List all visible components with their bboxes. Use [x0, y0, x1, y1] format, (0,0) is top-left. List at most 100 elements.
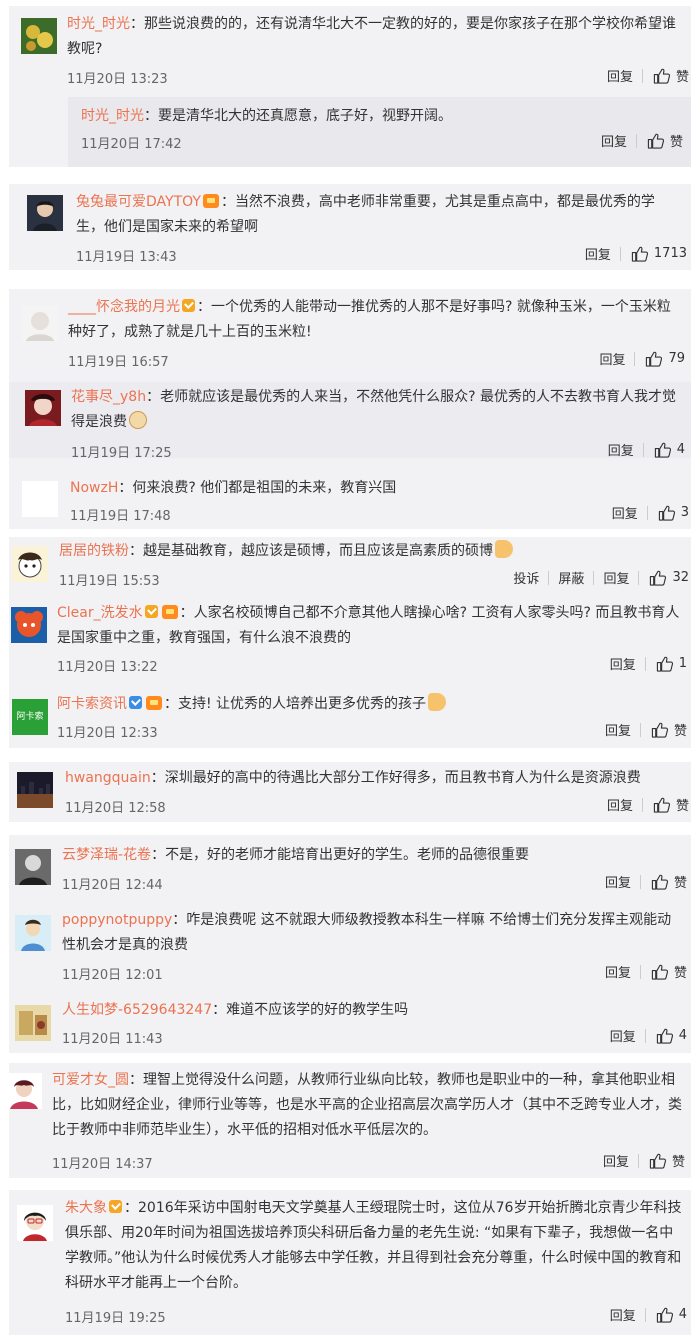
avatar[interactable]: [17, 1205, 53, 1241]
thumbs-up-icon: [651, 964, 668, 980]
like-button[interactable]: 4: [646, 1027, 687, 1044]
timestamp: 11月20日 12:58: [65, 801, 166, 816]
like-button[interactable]: 4: [646, 1306, 687, 1323]
like-button[interactable]: 赞: [643, 795, 689, 814]
reply-button[interactable]: 回复: [596, 962, 640, 981]
comment-text: 居居的铁粉：越是基础教育，越应该是硕博，而且应该是高素质的硕博: [59, 539, 679, 564]
comment-card: 居居的铁粉：越是基础教育，越应该是硕博，而且应该是高素质的硕博 11月19日 1…: [9, 537, 691, 748]
avatar[interactable]: [27, 195, 63, 231]
avatar[interactable]: [15, 1005, 51, 1041]
like-button[interactable]: 3: [648, 504, 689, 521]
comment-text: NowzH：何来浪费? 他们都是祖国的未来，教育兴国: [70, 480, 397, 496]
username[interactable]: 云梦泽瑞-花卷: [62, 847, 151, 863]
thumbs-up-emoji-icon: [428, 693, 447, 711]
reply-button[interactable]: 回复: [599, 440, 643, 459]
reply-button[interactable]: 回复: [596, 720, 640, 739]
avatar[interactable]: [22, 481, 58, 517]
username[interactable]: poppynotpuppy: [62, 912, 172, 928]
reply-button[interactable]: 回复: [598, 66, 642, 85]
thumbs-up-icon: [656, 1028, 673, 1044]
reply-button[interactable]: 回复: [601, 1305, 645, 1324]
report-button[interactable]: 投诉: [504, 568, 548, 587]
comment-text: 云梦泽瑞-花卷：不是，好的老师才能培育出更好的学生。老师的品德很重要: [62, 847, 530, 863]
avatar[interactable]: [15, 849, 51, 885]
thumbs-up-icon: [653, 797, 670, 813]
comment-text: 可爱才女_圆：理智上觉得没什么问题，从教师行业纵向比较，教师也是职业中的一种，拿…: [52, 1072, 682, 1138]
thumbs-up-icon: [651, 874, 668, 890]
like-button[interactable]: 4: [644, 441, 685, 458]
username[interactable]: Clear_洗发水: [57, 605, 143, 621]
username[interactable]: 人生如梦-6529643247: [62, 1002, 212, 1018]
reply-button[interactable]: 回复: [596, 872, 640, 891]
reply-button[interactable]: 回复: [601, 654, 645, 673]
reply-button[interactable]: 回复: [594, 1151, 638, 1170]
username[interactable]: 兔兔最可爱DAYTOY: [76, 194, 201, 210]
reply-button[interactable]: 回复: [592, 131, 636, 150]
username[interactable]: NowzH: [70, 480, 118, 496]
reply-button[interactable]: 回复: [590, 349, 634, 368]
like-button[interactable]: 1: [646, 655, 687, 672]
like-button[interactable]: 1713: [621, 245, 687, 262]
username[interactable]: 朱大象: [65, 1200, 107, 1216]
like-button[interactable]: 赞: [643, 66, 689, 85]
like-count: 赞: [673, 966, 687, 981]
comment-body: 何来浪费? 他们都是祖国的未来，教育兴国: [132, 480, 397, 496]
block-button[interactable]: 屏蔽: [549, 568, 593, 587]
like-button[interactable]: 赞: [641, 962, 687, 981]
like-button[interactable]: 赞: [639, 1151, 685, 1170]
comment-actions: 回复 3: [603, 503, 689, 522]
avatar[interactable]: [15, 915, 51, 951]
username[interactable]: ____怀念我的月光: [68, 299, 180, 315]
avatar[interactable]: [12, 546, 48, 582]
reply-button[interactable]: 回复: [598, 795, 642, 814]
username[interactable]: 时光_时光: [67, 16, 130, 32]
comment-body: 支持! 让优秀的人培养出更多优秀的孩子: [178, 696, 427, 712]
comment-actions: 回复 赞: [596, 962, 687, 981]
comment-actions: 回复 赞: [596, 872, 687, 891]
avatar[interactable]: [6, 1073, 42, 1109]
thumbs-up-emoji-icon: [495, 540, 513, 558]
thumbs-up-icon: [656, 1307, 673, 1323]
like-button[interactable]: 赞: [637, 131, 683, 150]
verified-icon: [182, 299, 195, 312]
comment-card: hwangquain：深圳最好的高中的待遇比大部分工作好得多，而且教书育人为什么…: [9, 762, 691, 822]
comment-actions: 回复 赞: [592, 131, 683, 150]
username[interactable]: 时光_时光: [81, 108, 144, 124]
username[interactable]: 花事尽_y8h: [71, 389, 146, 405]
username[interactable]: 可爱才女_圆: [52, 1072, 129, 1088]
timestamp: 11月20日 12:33: [57, 726, 158, 741]
username[interactable]: hwangquain: [65, 770, 151, 786]
reply-button[interactable]: 回复: [603, 503, 647, 522]
avatar[interactable]: [21, 18, 57, 54]
comment-actions: 回复 4: [601, 1305, 687, 1324]
reply-button[interactable]: 回复: [576, 244, 620, 263]
avatar[interactable]: [22, 305, 58, 341]
comment-body: 深圳最好的高中的待遇比大部分工作好得多，而且教书育人为什么是资源浪费: [164, 770, 641, 786]
comment-text: ____怀念我的月光 ：一个优秀的人能带动一推优秀的人那不是好事吗? 就像种玉米，…: [68, 299, 671, 340]
like-button[interactable]: 79: [635, 350, 685, 367]
timestamp: 11月19日 16:57: [68, 355, 169, 370]
avatar[interactable]: 阿卡索: [12, 699, 48, 735]
comment-card: 朱大象 ：2016年采访中国射电天文学奠基人王绶琨院士时，这位从76岁开始折腾北京…: [9, 1190, 691, 1335]
timestamp: 11月19日 13:43: [76, 250, 177, 265]
reply-button[interactable]: 回复: [594, 568, 638, 587]
membership-icon: [161, 605, 178, 619]
like-count: 3: [680, 505, 689, 520]
avatar[interactable]: [25, 390, 61, 426]
thumbs-up-icon: [658, 505, 675, 521]
comment-text: hwangquain：深圳最好的高中的待遇比大部分工作好得多，而且教书育人为什么…: [65, 770, 641, 786]
comment-card: 可爱才女_圆：理智上觉得没什么问题，从教师行业纵向比较，教师也是职业中的一种，拿…: [6, 1063, 691, 1178]
thumbs-up-icon: [649, 1153, 666, 1169]
comment-card: ____怀念我的月光 ：一个优秀的人能带动一推优秀的人那不是好事吗? 就像种玉米，…: [9, 289, 691, 529]
avatar[interactable]: [11, 607, 47, 643]
username[interactable]: 居居的铁粉: [59, 543, 129, 559]
username[interactable]: 阿卡索资讯: [57, 696, 127, 712]
comment-actions: 回复 1713: [576, 244, 687, 263]
like-button[interactable]: 赞: [641, 720, 687, 739]
reply-button[interactable]: 回复: [601, 1026, 645, 1045]
membership-icon: [146, 696, 162, 710]
like-button[interactable]: 赞: [641, 872, 687, 891]
timestamp: 11月19日 19:25: [65, 1311, 166, 1326]
avatar[interactable]: [17, 772, 53, 808]
like-button[interactable]: 32: [639, 569, 689, 586]
